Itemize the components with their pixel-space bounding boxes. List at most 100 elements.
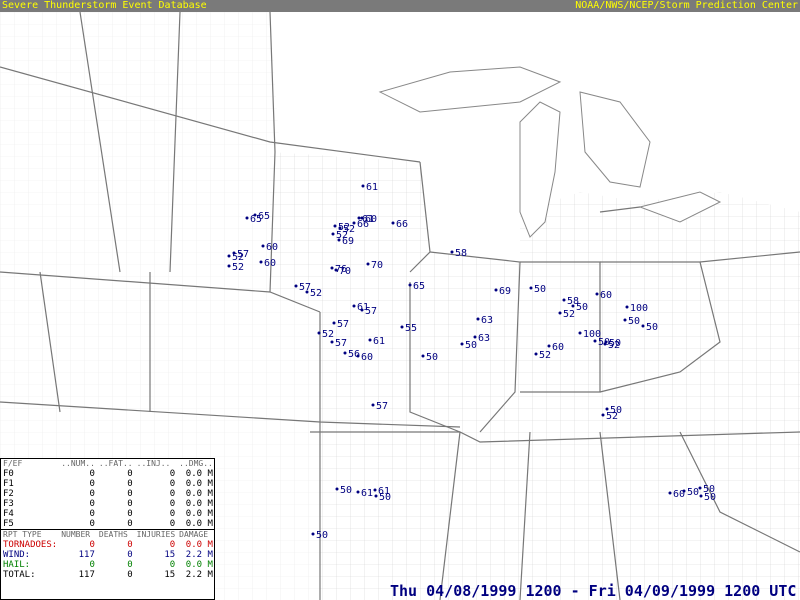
fscale-fat: 0 — [127, 499, 133, 509]
wind-report-label: 60 — [552, 342, 564, 353]
wind-report-dot — [473, 335, 477, 339]
wind-report-label: 50 — [340, 485, 352, 496]
fscale-dmg: 0.0 M — [185, 509, 213, 519]
fscale-header-row: F/EF ..NUM.. ..FAT.. ..INJ.. ..DMG.. — [1, 459, 215, 469]
wind-report-dot — [332, 321, 336, 325]
fscale-fat: 0 — [127, 509, 133, 519]
wind-report-dot — [259, 260, 263, 264]
summary-damage: 0.0 M — [185, 540, 213, 550]
wind-report-dot — [361, 184, 365, 188]
fscale-dmg: 0.0 M — [185, 469, 213, 479]
fscale-label: F5 — [3, 519, 14, 529]
wind-report-dot — [356, 354, 360, 358]
fscale-dmg: 0.0 M — [185, 519, 213, 529]
fscale-fat: 0 — [127, 469, 133, 479]
wind-report-dot — [494, 288, 498, 292]
wind-report-dot — [343, 351, 347, 355]
wind-report-dot — [333, 224, 337, 228]
fscale-header-num: ..NUM.. — [61, 459, 95, 468]
wind-report-dot — [317, 331, 321, 335]
wind-report-label: 60 — [600, 290, 612, 301]
summary-deaths: 0 — [127, 540, 133, 550]
fscale-inj: 0 — [169, 469, 176, 479]
fscale-label: F0 — [3, 469, 14, 479]
summary-damage: 0.0 M — [185, 560, 213, 570]
wind-report-dot — [305, 290, 309, 294]
report-legend: F/EF ..NUM.. ..FAT.. ..INJ.. ..DMG.. F0 0… — [0, 458, 215, 600]
title-bar: Severe Thunderstorm Event Database NOAA/… — [0, 0, 800, 12]
wind-report-label: 50 — [379, 492, 391, 503]
summary-damage: 2.2 M — [185, 550, 213, 560]
wind-report-dot — [373, 488, 377, 492]
summary-header-row: RPT TYPE NUMBER DEATHS INJURIES DAMAGE — [1, 529, 215, 540]
fscale-inj: 0 — [169, 519, 176, 529]
wind-report-label: 52 — [608, 340, 620, 351]
wind-report-label: 50 — [646, 322, 658, 333]
wind-report-label: 63 — [478, 333, 490, 344]
fscale-label: F1 — [3, 479, 14, 489]
wind-report-label: 52 — [232, 262, 244, 273]
wind-report-dot — [335, 487, 339, 491]
wind-report-label: 60 — [266, 242, 278, 253]
fscale-dmg: 0.0 M — [185, 479, 213, 489]
wind-report-label: 63 — [481, 315, 493, 326]
wind-report-dot — [311, 532, 315, 536]
wind-report-dot — [623, 318, 627, 322]
wind-report-dot — [391, 221, 395, 225]
wind-report-dot — [571, 304, 575, 308]
wind-report-dot — [356, 490, 360, 494]
wind-report-label: 50 — [316, 530, 328, 541]
summary-row-total: TOTAL: 117 0 15 2.2 M — [1, 570, 215, 580]
wind-report-label: 50 — [576, 302, 588, 313]
wind-report-label: 58 — [455, 248, 467, 259]
wind-report-dot — [330, 340, 334, 344]
wind-report-label: 50 — [465, 340, 477, 351]
wind-report-label: 100 — [630, 303, 648, 314]
wind-report-dot — [534, 352, 538, 356]
wind-report-label: 65 — [413, 281, 425, 292]
summary-number: 0 — [89, 540, 95, 550]
wind-report-dot — [366, 262, 370, 266]
wind-report-dot — [460, 342, 464, 346]
fscale-num: 0 — [89, 479, 95, 489]
fscale-inj: 0 — [169, 499, 176, 509]
wind-report-label: 52 — [336, 230, 348, 241]
wind-report-label: 57 — [335, 338, 347, 349]
wind-report-dot — [699, 494, 703, 498]
summary-damage: 2.2 M — [185, 570, 213, 580]
agency-title: NOAA/NWS/NCEP/Storm Prediction Center — [575, 0, 798, 11]
fscale-label: F3 — [3, 499, 14, 509]
fscale-header-dmg: ..DMG.. — [179, 459, 213, 468]
summary-header-deaths: DEATHS — [96, 529, 135, 540]
wind-report-label: 60 — [673, 489, 685, 500]
fscale-row: F1 0 0 0 0.0 M — [1, 479, 215, 489]
wind-report-dot — [360, 308, 364, 312]
wind-report-label: 50 — [426, 352, 438, 363]
wind-report-label: 60 — [264, 258, 276, 269]
wind-report-label: 70 — [339, 266, 351, 277]
date-range: Thu 04/08/1999 1200 - Fri 04/09/1999 120… — [390, 582, 797, 600]
wind-report-label: 50 — [687, 487, 699, 498]
wind-report-dot — [330, 266, 334, 270]
fscale-label: F2 — [3, 489, 14, 499]
wind-report-dot — [227, 264, 231, 268]
summary-injuries: 0 — [169, 540, 176, 550]
summary-header-injuries: INJURIES — [134, 529, 178, 540]
fscale-row: F5 0 0 0 0.0 M — [1, 519, 215, 530]
fscale-num: 0 — [89, 509, 95, 519]
summary-row-wind: WIND: 117 0 15 2.2 M — [1, 550, 215, 560]
summary-injuries: 0 — [169, 560, 176, 570]
summary-deaths: 0 — [127, 550, 133, 560]
wind-report-dot — [360, 216, 364, 220]
wind-report-dot — [374, 494, 378, 498]
fscale-row: F2 0 0 0 0.0 M — [1, 489, 215, 499]
wind-report-label: 50 — [534, 284, 546, 295]
database-title: Severe Thunderstorm Event Database — [2, 0, 207, 11]
fscale-row: F3 0 0 0 0.0 M — [1, 499, 215, 509]
wind-report-label: 66 — [396, 219, 408, 230]
summary-row-tornadoes: TORNADOES: 0 0 0 0.0 M — [1, 540, 215, 550]
fscale-num: 0 — [89, 489, 95, 499]
wind-report-label: 61 — [373, 336, 385, 347]
fscale-header-inj: ..INJ.. — [136, 459, 171, 468]
summary-label: TORNADOES: — [3, 540, 58, 550]
